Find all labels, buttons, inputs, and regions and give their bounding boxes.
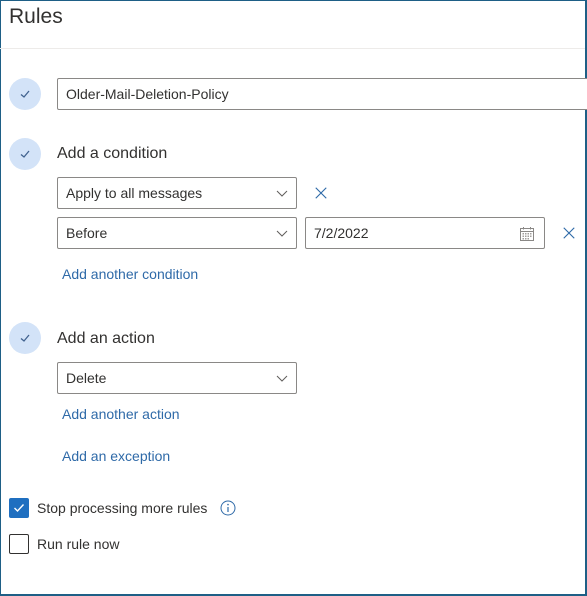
date-picker-input[interactable]: 7/2/2022 (305, 217, 545, 249)
chevron-down-icon (276, 190, 288, 197)
condition-heading: Add a condition (57, 145, 168, 162)
step-action-status (9, 322, 41, 354)
action-type-dropdown[interactable]: Delete (57, 362, 297, 394)
action-type-value: Delete (66, 370, 107, 386)
run-rule-now-checkbox[interactable] (9, 534, 29, 554)
rule-name-value: Older-Mail-Deletion-Policy (66, 86, 229, 102)
date-value: 7/2/2022 (314, 225, 369, 241)
remove-condition-button[interactable] (313, 185, 329, 201)
condition-operator-value: Before (66, 225, 108, 241)
stop-processing-checkbox[interactable] (9, 498, 29, 518)
checkmark-icon (20, 334, 30, 342)
stop-processing-label: Stop processing more rules (37, 500, 208, 516)
step-condition-status (9, 138, 41, 170)
condition-type-value: Apply to all messages (66, 185, 203, 201)
rule-name-input[interactable]: Older-Mail-Deletion-Policy (57, 78, 587, 110)
chevron-down-icon (276, 230, 288, 237)
add-another-action-link[interactable]: Add another action (62, 406, 180, 422)
chevron-down-icon (276, 375, 288, 382)
condition-operator-dropdown[interactable]: Before (57, 217, 297, 249)
run-rule-now-label: Run rule now (37, 536, 120, 552)
header-divider (0, 48, 585, 49)
action-heading: Add an action (57, 330, 155, 347)
checkmark-icon (14, 504, 25, 513)
close-icon (563, 227, 575, 239)
condition-type-dropdown[interactable]: Apply to all messages (57, 177, 297, 209)
remove-date-condition-button[interactable] (561, 225, 577, 241)
calendar-icon[interactable] (519, 226, 535, 242)
page-title: Rules (9, 5, 63, 28)
checkmark-icon (20, 90, 30, 98)
info-icon[interactable] (220, 500, 236, 516)
close-icon (315, 187, 327, 199)
add-another-condition-link[interactable]: Add another condition (62, 266, 198, 282)
checkmark-icon (20, 150, 30, 158)
add-exception-link[interactable]: Add an exception (62, 448, 170, 464)
step-name-status (9, 78, 41, 110)
